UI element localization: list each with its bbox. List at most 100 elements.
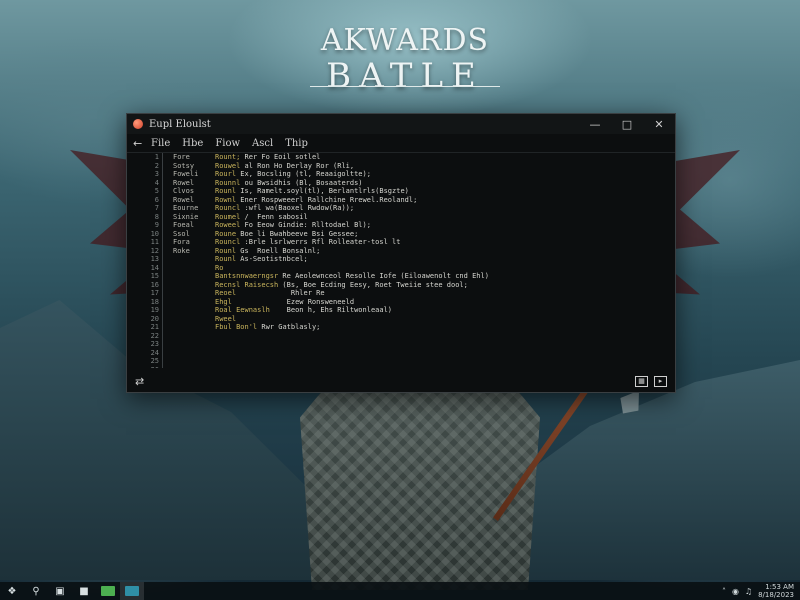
task-view-icon[interactable]: ▣: [48, 582, 72, 600]
menu-edit[interactable]: Hbe: [182, 138, 203, 149]
code-keyword: Rouwel: [215, 161, 241, 170]
search-icon[interactable]: ⚲: [24, 582, 48, 600]
menu-tools[interactable]: Ascl: [252, 138, 273, 149]
clock-time: 1:53 AM: [765, 583, 794, 591]
code-keyword: Rouncl: [215, 238, 241, 246]
line-number: 8: [154, 212, 159, 221]
line-number: 11: [150, 238, 159, 246]
code-line: Ehgl Ezew Ronsweneeld: [173, 298, 663, 307]
taskbar: ❖ ⚲ ▣ ■ ˄ ◉ ♫ 1:53 AM 8/18/2023: [0, 582, 800, 600]
line-number-gutter: 1 2 3 4 5 6 7 8 9 10 11 12 13 14 15 16 17 18 19 20 21 22 23 24 2…: [145, 153, 159, 368]
code-label: Fora: [173, 238, 190, 246]
code-line: Bantsnnwaerngsr Re Aeolewnceol Resolle I…: [173, 272, 663, 281]
back-forward-icon[interactable]: ⇄: [135, 375, 144, 388]
code-line: Foeal Roweel Fo Eeow Gindie: Rlltodael Bl…: [173, 221, 663, 230]
mountain-right: [500, 360, 800, 580]
logo-rule: [310, 86, 500, 87]
line-number: 3: [154, 170, 159, 178]
code-keyword: Rounl: [215, 187, 237, 195]
line-number: 19: [150, 306, 159, 314]
title-bar[interactable]: Eupl Eloulst — □ ✕: [127, 114, 675, 134]
line-number: 1: [154, 153, 159, 161]
code-text: Rwr Gatblasly;: [257, 323, 321, 331]
code-label: Ssol: [173, 229, 190, 238]
code-text: / Fenn sabosil: [240, 212, 308, 221]
volume-icon[interactable]: ♫: [745, 587, 752, 596]
code-text: As-Seotistnbcel;: [236, 255, 308, 263]
close-icon[interactable]: ✕: [643, 114, 675, 134]
clock[interactable]: 1:53 AM 8/18/2023: [758, 583, 794, 599]
code-label: Foweli: [173, 170, 199, 178]
maximize-icon[interactable]: □: [611, 114, 643, 134]
line-number: 2: [154, 161, 159, 170]
code-label: Rowel: [173, 195, 195, 204]
folder-icon[interactable]: ■: [72, 582, 96, 600]
gutter-divider: [162, 153, 163, 368]
menu-bar: ← File Hbe Fiow Ascl Thip: [127, 134, 675, 153]
code-label: Eourne: [173, 204, 199, 212]
code-keyword: Rweel: [215, 314, 237, 323]
start-icon[interactable]: ❖: [0, 582, 24, 600]
code-keyword: Bantsnnwaerngsr: [215, 272, 279, 280]
menu-help[interactable]: Thip: [285, 138, 308, 149]
line-number: 13: [150, 255, 159, 263]
line-number: 9: [154, 221, 159, 229]
code-keyword: Recnsl Raisecsh: [215, 280, 279, 289]
code-text: Fo Eeow Gindie: Rlltodael Bl);: [240, 221, 371, 229]
code-keyword: Reoel: [215, 289, 237, 297]
back-arrow-icon[interactable]: ←: [133, 137, 151, 150]
code-keyword: Roweel: [215, 221, 241, 229]
code-label: Sixnie: [173, 212, 199, 221]
code-line: Rweel: [173, 315, 663, 324]
code-text: Rhler Re: [236, 289, 325, 297]
menu-file[interactable]: File: [151, 138, 170, 149]
code-line: Rowel Rounnl ou Bwsidhis (Bl, Bosaaterds): [173, 179, 663, 188]
logo-line-1: AKWARDS: [320, 23, 490, 58]
code-line: Roal Eewnaslh Beon h, Ehs Riltwonleaal): [173, 306, 663, 315]
line-number: 25: [150, 357, 159, 365]
line-number: 12: [150, 246, 159, 255]
code-line: Ro: [173, 264, 663, 273]
line-number: 14: [150, 263, 159, 272]
code-text: Is, Ramelt.soyl(tl), Berlantlrls(Bsgzte): [236, 187, 409, 195]
code-line: Sixnie Roumel / Fenn sabosil: [173, 213, 663, 222]
code-text: Ezew Ronsweneeld: [231, 297, 355, 306]
code-keyword: Ro: [215, 263, 224, 272]
menu-view[interactable]: Fiow: [215, 138, 240, 149]
terminal-app-icon[interactable]: [120, 582, 144, 600]
code-label: Fore: [173, 153, 190, 161]
code-line: Rowel Rownl Ener Rospweeerl Rallchine Rre…: [173, 196, 663, 205]
code-label: Foeal: [173, 221, 195, 229]
code-line: Fbul Bon'l Rwr Gatblasly;: [173, 323, 663, 332]
code-label: Roke: [173, 246, 190, 255]
logo-line-2: BATLE: [326, 56, 484, 96]
code-editor[interactable]: 1 2 3 4 5 6 7 8 9 10 11 12 13 14 15 16 17 18 19 20 21 22 23 24 2…: [127, 153, 675, 368]
network-icon[interactable]: ◉: [732, 587, 739, 596]
line-number: 7: [154, 204, 159, 212]
code-text: Rer Fo Eoil sotlel: [240, 153, 321, 161]
code-line: Ssol Roune Boe li Bwahbeeve Bsi Gessee;: [173, 230, 663, 239]
line-number: 6: [154, 195, 159, 204]
chevron-up-icon[interactable]: ˄: [722, 587, 726, 596]
window-title: Eupl Eloulst: [149, 118, 211, 130]
line-number: 16: [150, 280, 159, 289]
panel-icon[interactable]: ▸: [654, 375, 667, 387]
code-line: Rounl As-Seotistnbcel;: [173, 255, 663, 264]
line-number: 15: [150, 272, 159, 280]
code-keyword: Rownl: [215, 195, 237, 204]
code-text: (Bs, Boe Ecding Eesy, Roet Tweiie stee d…: [278, 280, 468, 289]
line-number: 5: [154, 187, 159, 195]
code-keyword: Rounl: [215, 255, 237, 263]
code-area[interactable]: Fore Rount; Rer Fo Eoil sotlel Sotsy Rouwel…: [173, 153, 663, 332]
minimize-icon[interactable]: —: [579, 114, 611, 134]
system-tray: ˄ ◉ ♫ 1:53 AM 8/18/2023: [722, 583, 800, 599]
code-line: Roke Rounl Gs Roell Bonsalnl;: [173, 247, 663, 256]
line-number: 17: [150, 289, 159, 297]
code-line: Recnsl Raisecsh (Bs, Boe Ecding Eesy, Ro…: [173, 281, 663, 290]
green-app-icon[interactable]: [96, 582, 120, 600]
editor-window[interactable]: Eupl Eloulst — □ ✕ ← File Hbe Fiow Ascl …: [126, 113, 676, 393]
line-number: 18: [150, 297, 159, 306]
code-keyword: Rouncl: [215, 204, 241, 212]
grid-icon[interactable]: ▦: [635, 375, 648, 387]
code-keyword: Fbul Bon'l: [215, 323, 258, 331]
